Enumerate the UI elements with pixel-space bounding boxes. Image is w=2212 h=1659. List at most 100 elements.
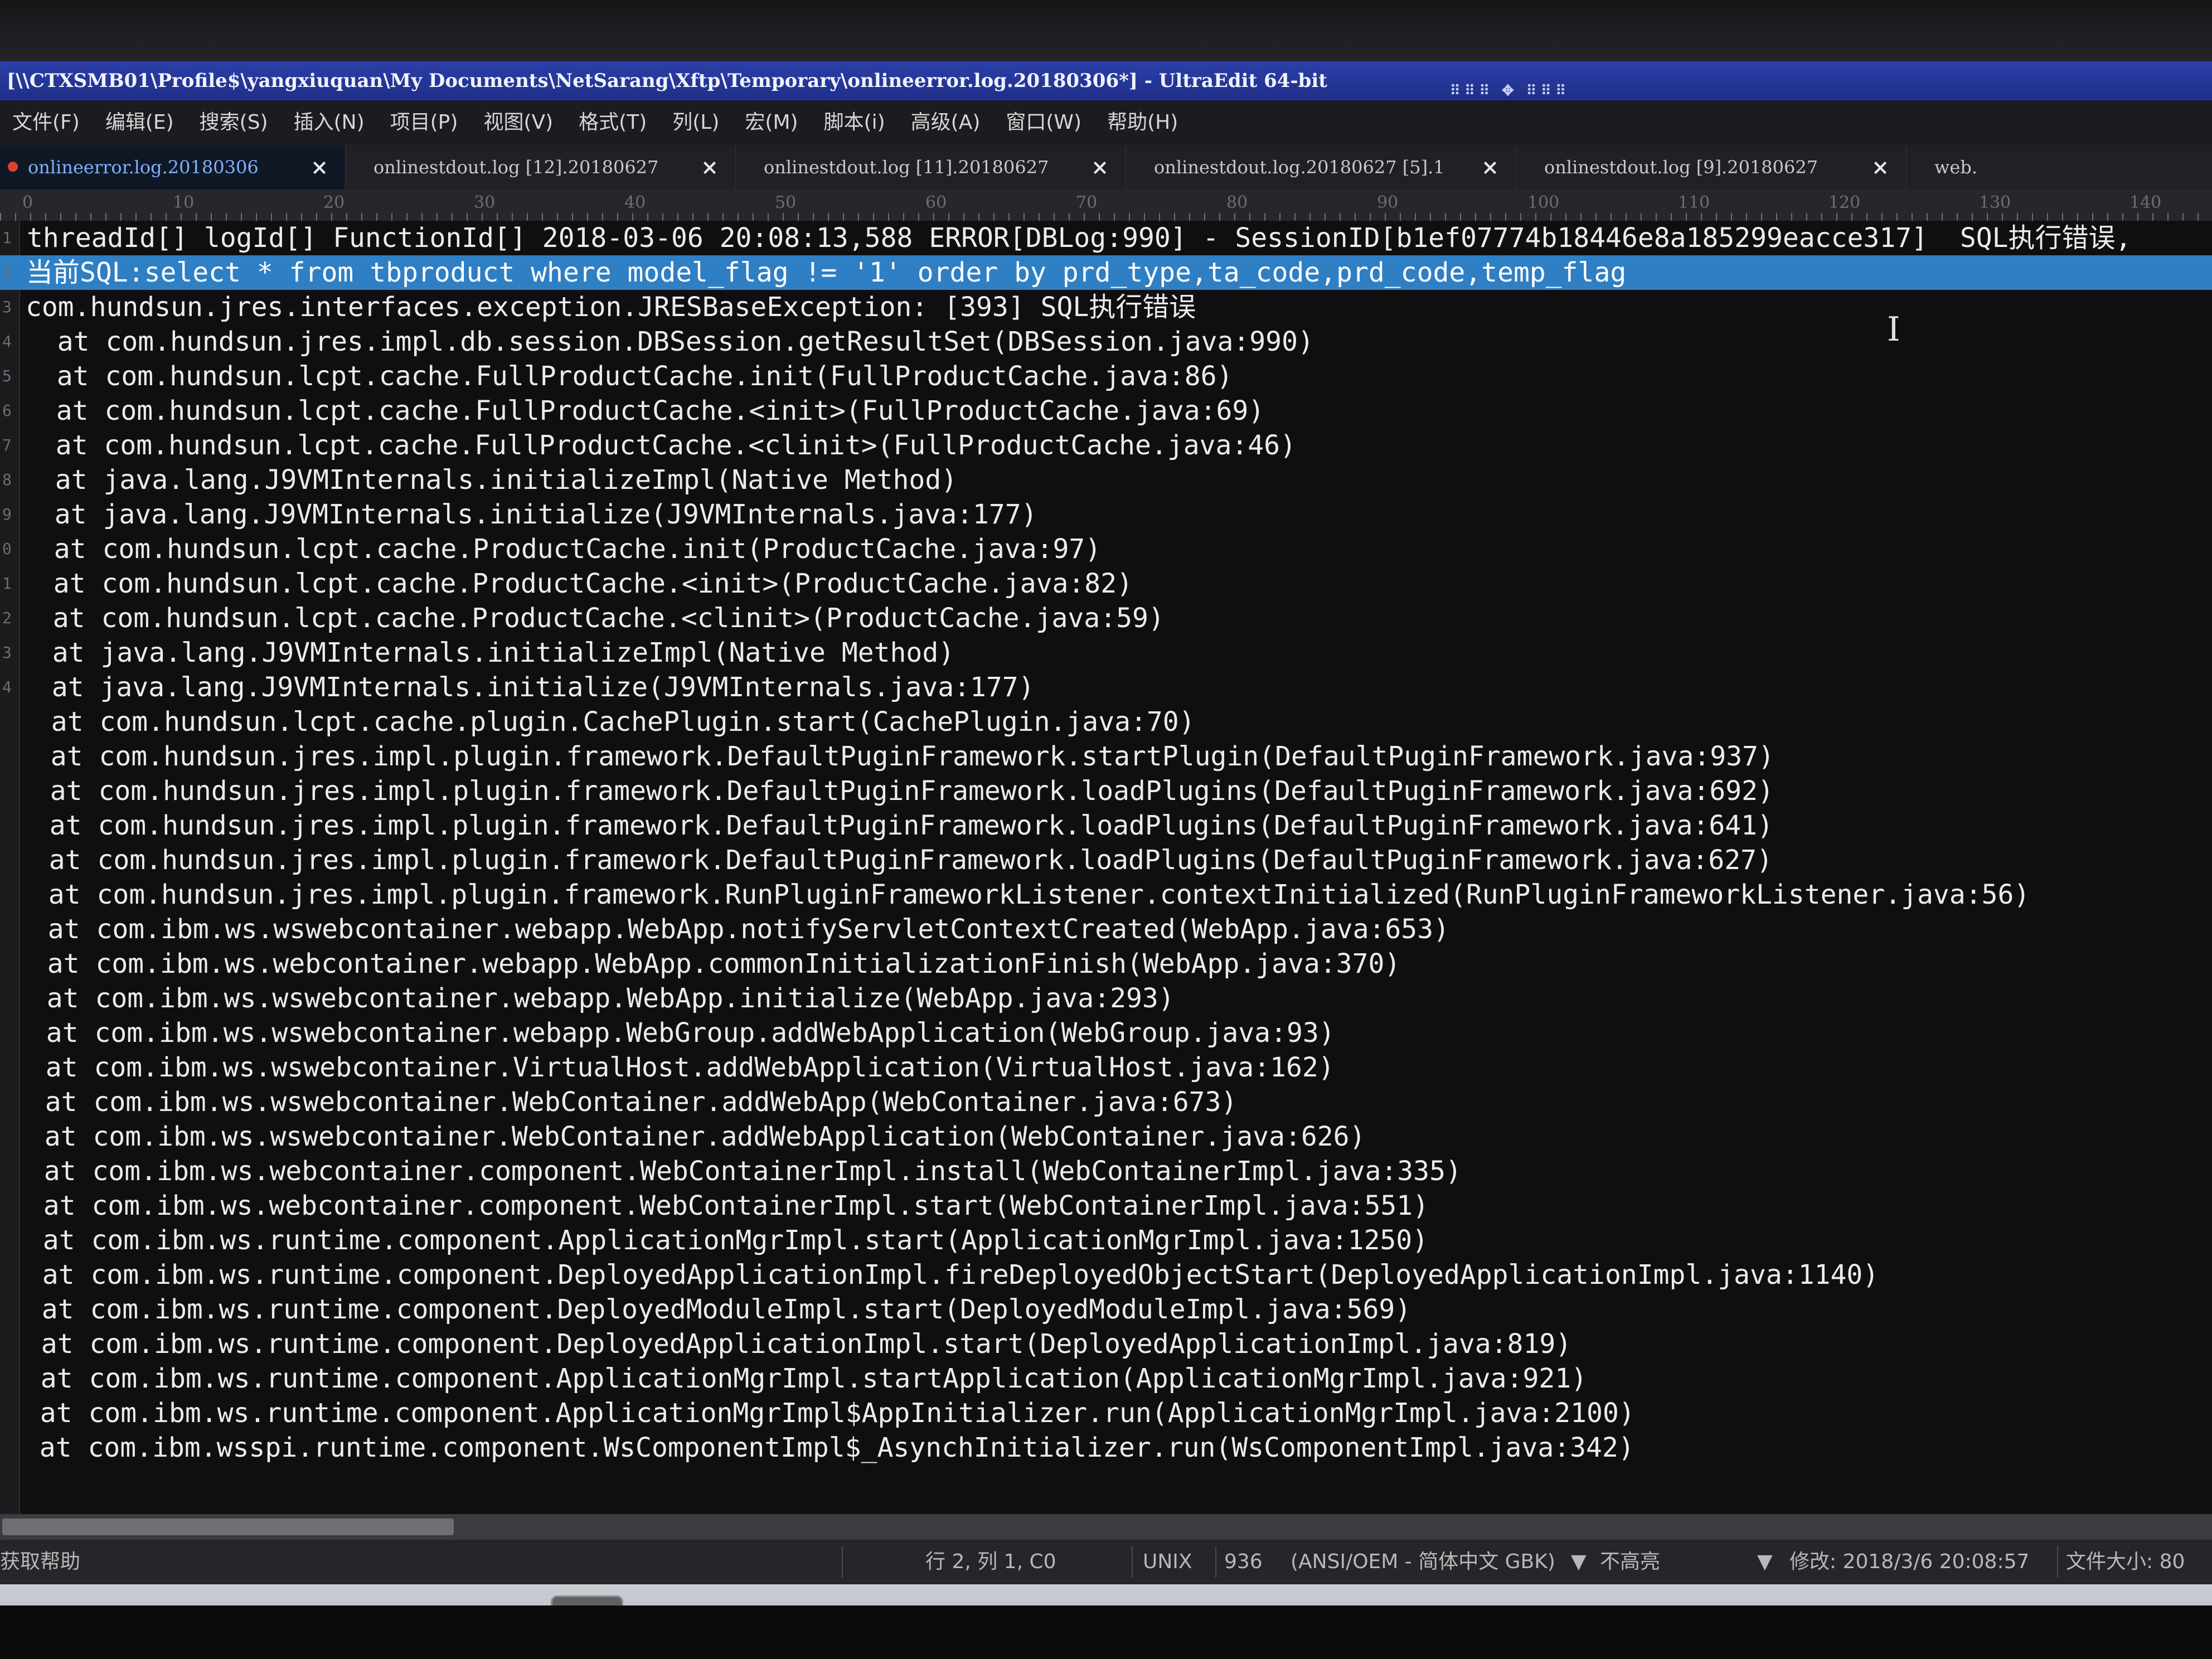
file-tab[interactable]: onlinestdout.log.20180627 [5].1 × bbox=[1126, 145, 1516, 190]
close-tab-icon[interactable]: × bbox=[1481, 145, 1499, 190]
file-tab[interactable]: web. bbox=[1907, 145, 2212, 190]
editor-line[interactable]: com.hundsun.jres.interfaces.exception.JR… bbox=[0, 290, 2212, 324]
ruler-label: 10 bbox=[173, 193, 195, 212]
file-tab[interactable]: onlinestdout.log [11].20180627 × bbox=[736, 145, 1126, 190]
editor-line[interactable]: at com.ibm.ws.runtime.component.Deployed… bbox=[0, 1258, 2212, 1292]
file-tab-label: onlinestdout.log [9].20180627 bbox=[1544, 157, 1818, 178]
editor-line[interactable]: at com.hundsun.lcpt.cache.FullProductCac… bbox=[0, 359, 2212, 394]
editor-line[interactable]: at java.lang.J9VMInternals.initializeImp… bbox=[0, 463, 2212, 497]
editor-line[interactable]: at com.hundsun.lcpt.cache.plugin.CachePl… bbox=[0, 705, 2212, 739]
editor-line[interactable]: at com.ibm.ws.webcontainer.component.Web… bbox=[0, 1189, 2212, 1223]
editor-line-text: at com.hundsun.jres.impl.plugin.framewor… bbox=[17, 810, 1773, 841]
browser-globe-icon[interactable]: ◐ bbox=[198, 1595, 271, 1605]
text-cursor-icon: I bbox=[1887, 310, 1900, 349]
monitor-bottom-bezel bbox=[0, 1605, 2212, 1659]
menu-item[interactable]: 宏(M) bbox=[745, 100, 798, 145]
ruler-label: 50 bbox=[775, 193, 797, 212]
editor-line[interactable]: at com.hundsun.lcpt.cache.ProductCache.<… bbox=[0, 566, 2212, 601]
file-tab[interactable]: onlinestdout.log [12].20180627 × bbox=[346, 145, 736, 190]
menu-item[interactable]: 窗口(W) bbox=[1006, 100, 1081, 145]
close-tab-icon[interactable]: × bbox=[1091, 145, 1109, 190]
ruler-label: 100 bbox=[1527, 193, 1560, 212]
file-tab[interactable]: onlineerror.log.20180306 × bbox=[0, 145, 346, 190]
editor-line[interactable]: at java.lang.J9VMInternals.initializeImp… bbox=[0, 636, 2212, 670]
highlight-dropdown-icon[interactable]: ▼ bbox=[1757, 1540, 1773, 1584]
menu-item[interactable]: 插入(N) bbox=[294, 100, 365, 145]
status-encoding[interactable]: (ANSI/OEM - 简体中文 GBK) bbox=[1291, 1540, 1555, 1584]
menu-item[interactable]: 搜索(S) bbox=[200, 100, 268, 145]
editor-line[interactable]: at com.hundsun.jres.impl.plugin.framewor… bbox=[0, 877, 2212, 912]
editor-line[interactable]: at com.ibm.ws.wswebcontainer.webapp.WebA… bbox=[0, 981, 2212, 1016]
editor-line[interactable]: at com.ibm.ws.wswebcontainer.webapp.WebG… bbox=[0, 1016, 2212, 1050]
ultraedit-icon[interactable]: UE bbox=[551, 1595, 623, 1605]
editor-line[interactable]: at com.ibm.ws.webcontainer.webapp.WebApp… bbox=[0, 947, 2212, 981]
ruler-label: 90 bbox=[1377, 193, 1399, 212]
editor-line[interactable]: at java.lang.J9VMInternals.initialize(J9… bbox=[0, 670, 2212, 705]
editor-line[interactable]: at com.hundsun.jres.impl.plugin.framewor… bbox=[0, 774, 2212, 808]
editor-line[interactable]: at com.ibm.wsspi.runtime.component.WsCom… bbox=[0, 1430, 2212, 1465]
menu-item[interactable]: 脚本(i) bbox=[824, 100, 885, 145]
internet-explorer-icon[interactable]: e bbox=[110, 1595, 183, 1605]
close-tab-icon[interactable]: × bbox=[701, 145, 719, 190]
menu-item[interactable]: 列(L) bbox=[672, 100, 719, 145]
green-app-icon[interactable]: ✎ bbox=[287, 1595, 359, 1605]
editor-line[interactable]: 当前SQL:select * from tbproduct where mode… bbox=[0, 255, 2212, 290]
editor-line[interactable]: at com.hundsun.jres.impl.plugin.framewor… bbox=[0, 739, 2212, 774]
editor-line[interactable]: at com.hundsun.lcpt.cache.FullProductCac… bbox=[0, 428, 2212, 463]
close-tab-icon[interactable]: × bbox=[1871, 145, 1889, 190]
encoding-dropdown-icon[interactable]: ▼ bbox=[1571, 1540, 1587, 1584]
line-number: 1 bbox=[2, 574, 12, 593]
editor-line-text: com.hundsun.jres.interfaces.exception.JR… bbox=[26, 292, 1196, 323]
editor-line[interactable]: at java.lang.J9VMInternals.initialize(J9… bbox=[0, 497, 2212, 532]
editor-line[interactable]: at com.ibm.ws.wswebcontainer.WebContaine… bbox=[0, 1119, 2212, 1154]
editor-line[interactable]: at com.hundsun.lcpt.cache.FullProductCac… bbox=[0, 394, 2212, 428]
line-number: 0 bbox=[2, 540, 12, 558]
status-cursor-position: 行 2, 列 1, C0 bbox=[925, 1550, 1056, 1573]
menu-item[interactable]: 帮助(H) bbox=[1107, 100, 1178, 145]
menu-bar: 文件(F) 编辑(E) 搜索(S) 插入(N) 项目(P) 视图(V) 格式(T) 列(L) 宏… bbox=[0, 100, 2212, 145]
editor-line[interactable]: at com.hundsun.jres.impl.plugin.framewor… bbox=[0, 808, 2212, 843]
menu-item[interactable]: 格式(T) bbox=[579, 100, 647, 145]
editor-line-text: at com.ibm.ws.webcontainer.component.Web… bbox=[12, 1156, 1462, 1187]
file-tab[interactable]: onlinestdout.log [9].20180627 × bbox=[1516, 145, 1907, 190]
window-title-bar[interactable]: [\\CTXSMB01\Profile$\yangxiuquan\My Docu… bbox=[0, 61, 2212, 100]
menu-item[interactable]: 项目(P) bbox=[390, 100, 458, 145]
chrome-icon[interactable]: ◉ bbox=[22, 1595, 95, 1605]
qq-messenger-icon[interactable]: ☺ bbox=[375, 1595, 447, 1605]
editor-line[interactable]: threadId[] logId[] FunctionId[] 2018-03-… bbox=[0, 221, 2212, 255]
editor-line-text: at com.hundsun.lcpt.cache.FullProductCac… bbox=[25, 361, 1233, 392]
editor-line[interactable]: at com.ibm.ws.wswebcontainer.webapp.WebA… bbox=[0, 912, 2212, 947]
line-number: 9 bbox=[2, 505, 12, 523]
text-editor[interactable]: threadId[] logId[] FunctionId[] 2018-03-… bbox=[0, 221, 2212, 1514]
status-divider bbox=[1215, 1546, 1216, 1578]
menu-item[interactable]: 高级(A) bbox=[911, 100, 981, 145]
horizontal-scrollbar[interactable] bbox=[0, 1514, 2212, 1540]
editor-line[interactable]: at com.ibm.ws.wswebcontainer.VirtualHost… bbox=[0, 1050, 2212, 1085]
close-tab-icon[interactable]: × bbox=[311, 145, 328, 190]
editor-line[interactable]: at com.ibm.ws.webcontainer.component.Web… bbox=[0, 1154, 2212, 1189]
file-tab-label: onlinestdout.log.20180627 [5].1 bbox=[1154, 157, 1445, 178]
menu-item[interactable]: 视图(V) bbox=[483, 100, 553, 145]
editor-line[interactable]: at com.ibm.ws.runtime.component.Applicat… bbox=[0, 1361, 2212, 1396]
status-filesize: 文件大小: 80 bbox=[2066, 1550, 2185, 1573]
editor-line[interactable]: at com.hundsun.jres.impl.db.session.DBSe… bbox=[0, 324, 2212, 359]
swirl-app-icon[interactable]: @ bbox=[463, 1595, 535, 1605]
menu-item[interactable]: 编辑(E) bbox=[105, 100, 174, 145]
editor-line[interactable]: at com.hundsun.jres.impl.plugin.framewor… bbox=[0, 843, 2212, 877]
status-line-ending[interactable]: UNIX bbox=[1143, 1540, 1192, 1584]
ruler-label: 60 bbox=[925, 193, 947, 212]
ruler-label: 110 bbox=[1678, 193, 1710, 212]
editor-line[interactable]: at com.ibm.ws.wswebcontainer.WebContaine… bbox=[0, 1085, 2212, 1119]
status-divider bbox=[2057, 1546, 2058, 1578]
editor-line[interactable]: at com.hundsun.lcpt.cache.ProductCache.i… bbox=[0, 532, 2212, 566]
line-number: 6 bbox=[2, 401, 12, 420]
status-highlight[interactable]: 不高亮 bbox=[1600, 1540, 1660, 1584]
menu-item[interactable]: 文件(F) bbox=[12, 100, 80, 145]
editor-line[interactable]: at com.ibm.ws.runtime.component.Applicat… bbox=[0, 1223, 2212, 1258]
editor-line[interactable]: at com.ibm.ws.runtime.component.Applicat… bbox=[0, 1396, 2212, 1430]
scrollbar-thumb[interactable] bbox=[2, 1519, 454, 1535]
ruler-label: 30 bbox=[474, 193, 496, 212]
editor-line[interactable]: at com.ibm.ws.runtime.component.Deployed… bbox=[0, 1292, 2212, 1327]
editor-line[interactable]: at com.ibm.ws.runtime.component.Deployed… bbox=[0, 1327, 2212, 1361]
editor-line[interactable]: at com.hundsun.lcpt.cache.ProductCache.<… bbox=[0, 601, 2212, 636]
